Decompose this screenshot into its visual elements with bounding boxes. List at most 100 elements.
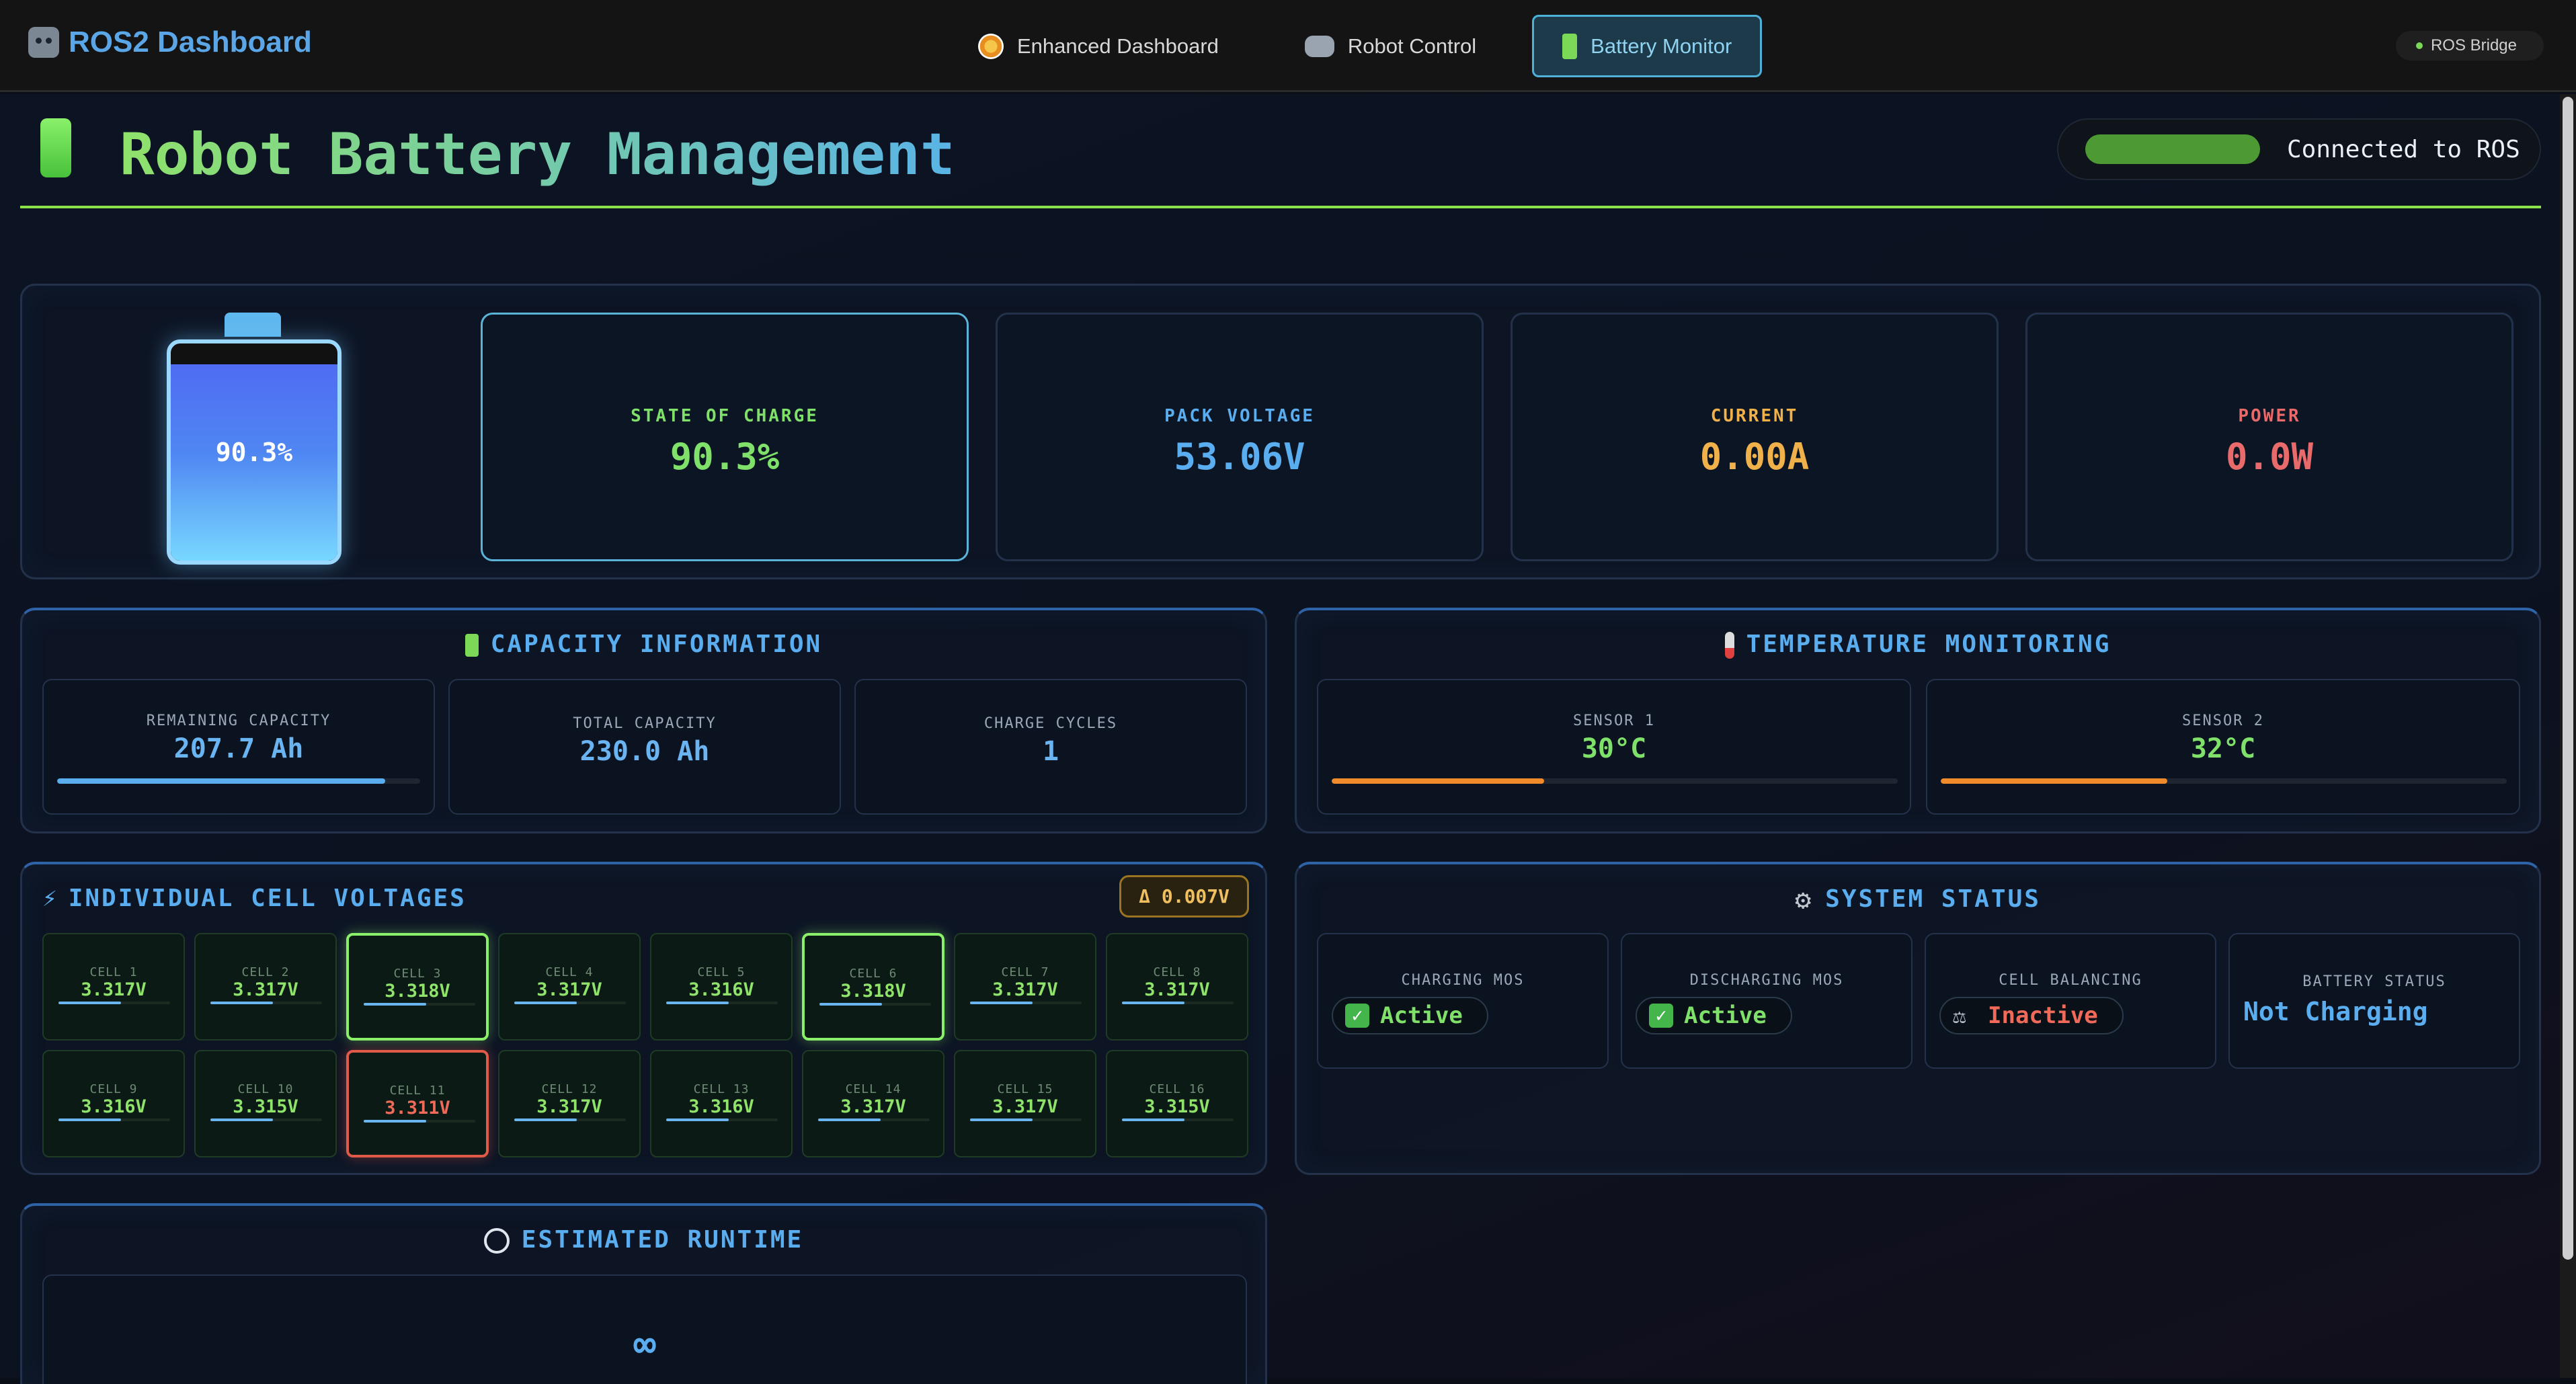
cell-tile[interactable]: CELL 10 3.315V — [194, 1050, 337, 1157]
cell-tile[interactable]: CELL 7 3.317V — [954, 933, 1096, 1041]
cell-voltage: 3.311V — [385, 1098, 450, 1118]
scale-icon: ⚖ — [1953, 1003, 1966, 1028]
battery-overview: 90.3% STATE OF CHARGE 90.3% PACK VOLTAGE… — [20, 284, 2541, 579]
cell-bar-fill — [364, 1003, 426, 1006]
status-value: Inactive — [1988, 1002, 2098, 1029]
scrollbar[interactable] — [2560, 94, 2576, 1378]
cell-voltage: 3.317V — [536, 979, 602, 1000]
stat-state-of-charge[interactable]: STATE OF CHARGE 90.3% — [481, 313, 969, 561]
stat-value: 0.00A — [1699, 436, 1810, 478]
stat-power[interactable]: POWER 0.0W — [2025, 313, 2513, 561]
temperature-bar — [1941, 778, 2507, 784]
nav-link-label: Robot Control — [1347, 34, 1477, 58]
cell-bar — [364, 1003, 475, 1006]
section-title: TEMPERATURE MONITORING — [1297, 630, 2539, 659]
gamepad-icon — [1304, 35, 1334, 57]
cell-bar-fill — [210, 1118, 273, 1121]
cell-tile[interactable]: CELL 15 3.317V — [954, 1050, 1096, 1157]
card-label: SENSOR 2 — [2182, 713, 2264, 729]
cell-tile[interactable]: CELL 12 3.317V — [498, 1050, 641, 1157]
cell-bar-fill — [666, 1002, 729, 1004]
cell-label: CELL 13 — [693, 1082, 750, 1096]
connection-label: Connected to ROS — [2287, 135, 2520, 163]
cell-bar — [970, 1002, 1082, 1004]
page-header: Robot Battery Management Connected to RO… — [20, 108, 2541, 208]
cell-bar — [818, 1118, 930, 1121]
nav-enhanced-dashboard[interactable]: Enhanced Dashboard — [948, 15, 1249, 77]
cell-tile[interactable]: CELL 4 3.317V — [498, 933, 641, 1041]
cell-bar-fill — [666, 1118, 729, 1121]
cell-label: CELL 7 — [1001, 965, 1049, 979]
cell-tile[interactable]: CELL 14 3.317V — [802, 1050, 944, 1157]
status-dot-icon — [2415, 42, 2423, 49]
cell-tile[interactable]: CELL 1 3.317V — [42, 933, 185, 1041]
battery-icon — [1562, 33, 1578, 59]
charging-mos-card: CHARGING MOS ✓ Active — [1317, 933, 1609, 1069]
stat-label: POWER — [2238, 406, 2301, 426]
section-title: ⚡ INDIVIDUAL CELL VOLTAGES — [42, 885, 467, 912]
battery-body: 90.3% — [167, 339, 341, 565]
cells-title: INDIVIDUAL CELL VOLTAGES — [68, 885, 467, 912]
cell-tile[interactable]: CELL 8 3.317V — [1106, 933, 1248, 1041]
brand[interactable]: ROS2 Dashboard — [28, 26, 312, 59]
section-title: ESTIMATED RUNTIME — [22, 1226, 1265, 1254]
thermometer-icon — [1724, 632, 1734, 659]
stat-pack-voltage[interactable]: PACK VOLTAGE 53.06V — [996, 313, 1484, 561]
cell-bar-fill — [514, 1002, 577, 1004]
battery-terminal — [225, 313, 281, 337]
cell-bar — [58, 1118, 170, 1121]
cell-voltage: 3.315V — [233, 1096, 298, 1117]
ros-bridge-status[interactable]: ROS Bridge — [2395, 31, 2544, 60]
cell-voltage: 3.317V — [992, 1096, 1058, 1117]
scrollbar-thumb[interactable] — [2563, 97, 2573, 1260]
temperature-bar-fill — [1332, 778, 1544, 784]
stat-current[interactable]: CURRENT 0.00A — [1511, 313, 1999, 561]
cell-bar-fill — [970, 1118, 1033, 1121]
cell-bar — [58, 1002, 170, 1004]
cell-bar-fill — [210, 1002, 273, 1004]
brand-label: ROS2 Dashboard — [69, 26, 312, 58]
cell-tile[interactable]: CELL 2 3.317V — [194, 933, 337, 1041]
ros-bridge-label: ROS Bridge — [2430, 36, 2517, 54]
cell-tile[interactable]: CELL 3 3.318V — [346, 933, 489, 1041]
page-title: Robot Battery Management — [120, 121, 955, 188]
cell-bar — [514, 1002, 626, 1004]
card-label: SENSOR 1 — [1573, 713, 1655, 729]
nav-battery-monitor[interactable]: Battery Monitor — [1532, 15, 1763, 77]
temperature-bar — [1332, 778, 1898, 784]
capacity-bar — [57, 778, 420, 784]
cell-label: CELL 5 — [697, 965, 746, 979]
stat-value: 0.0W — [2225, 436, 2314, 478]
nav-robot-control[interactable]: Robot Control — [1275, 15, 1506, 77]
cell-voltage: 3.317V — [536, 1096, 602, 1117]
card-label: CELL BALANCING — [1999, 972, 2142, 989]
cell-tile[interactable]: CELL 11 3.311V — [346, 1050, 489, 1157]
cell-label: CELL 8 — [1153, 965, 1201, 979]
cell-tile[interactable]: CELL 9 3.316V — [42, 1050, 185, 1157]
cell-voltage: 3.317V — [233, 979, 298, 1000]
cell-tile[interactable]: CELL 13 3.316V — [650, 1050, 793, 1157]
charge-cycles-card: CHARGE CYCLES 1 — [854, 679, 1247, 815]
cell-bar — [1122, 1118, 1234, 1121]
cell-voltage: 3.317V — [992, 979, 1058, 1000]
card-value: 1 — [1042, 736, 1059, 767]
cell-label: CELL 14 — [845, 1082, 901, 1096]
cell-voltage: 3.317V — [1144, 979, 1210, 1000]
status-badge: ✓ Active — [1332, 997, 1488, 1034]
top-navbar: ROS2 Dashboard Enhanced Dashboard Robot … — [0, 0, 2576, 92]
stat-label: CURRENT — [1710, 406, 1799, 426]
runtime-title: ESTIMATED RUNTIME — [521, 1226, 804, 1254]
cell-tile[interactable]: CELL 16 3.315V — [1106, 1050, 1248, 1157]
cell-voltages-panel: ⚡ INDIVIDUAL CELL VOLTAGES Δ 0.007V CELL … — [20, 862, 1267, 1175]
battery-percent: 90.3% — [215, 438, 293, 467]
total-capacity-card: TOTAL CAPACITY 230.0 Ah — [448, 679, 841, 815]
battery-graphic: 90.3% — [167, 313, 341, 565]
cell-tile[interactable]: CELL 5 3.316V — [650, 933, 793, 1041]
voltage-delta-badge: Δ 0.007V — [1119, 875, 1249, 918]
cell-voltage: 3.315V — [1144, 1096, 1210, 1117]
compass-icon — [978, 33, 1004, 59]
connection-indicator — [2085, 134, 2260, 164]
capacity-panel: CAPACITY INFORMATION REMAINING CAPACITY … — [20, 608, 1267, 833]
cell-tile[interactable]: CELL 6 3.318V — [802, 933, 944, 1041]
card-label: TOTAL CAPACITY — [573, 715, 717, 732]
